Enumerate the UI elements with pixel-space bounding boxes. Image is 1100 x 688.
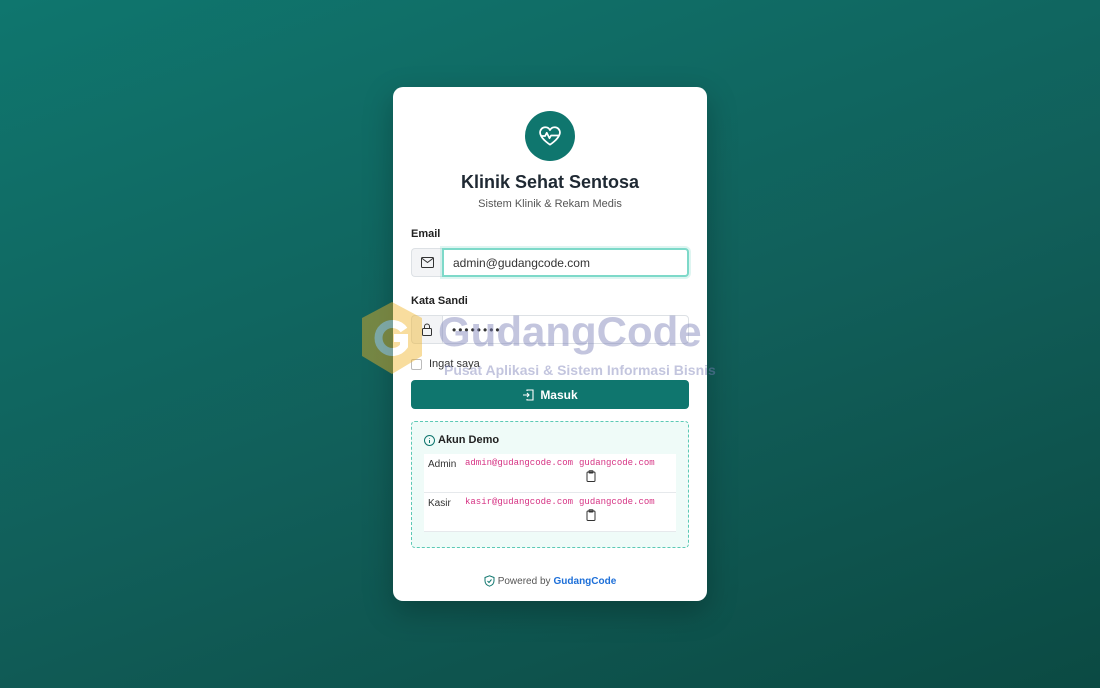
demo-password: gudangcode.com [579, 458, 655, 468]
email-field[interactable] [442, 248, 689, 277]
demo-password: gudangcode.com [579, 497, 655, 507]
page-title: Klinik Sehat Sentosa [460, 172, 640, 192]
demo-table: Admin admin@gudangcode.com gudangcode.com… [424, 454, 676, 532]
email-addon [411, 248, 442, 277]
clipboard-icon[interactable] [585, 509, 597, 521]
credentials-cell: kasir@gudangcode.com gudangcode.com [465, 497, 665, 531]
login-button-label: Masuk [540, 387, 578, 402]
heart-pulse-icon [539, 126, 561, 146]
credentials-cell: admin@gudangcode.com gudangcode.com [465, 458, 665, 492]
demo-heading: Akun Demo [438, 434, 500, 446]
table-row: Kasir kasir@gudangcode.com gudangcode.com [424, 493, 676, 532]
demo-heading-row: Akun Demo [424, 434, 676, 446]
lock-icon [422, 323, 432, 336]
login-button[interactable]: Masuk [411, 380, 689, 409]
password-label: Kata Sandi [411, 295, 468, 307]
password-field[interactable] [442, 315, 689, 344]
shield-check-icon [484, 575, 495, 587]
login-icon [523, 388, 534, 401]
role-cell: Admin [428, 459, 457, 470]
email-label: Email [411, 228, 441, 240]
remember-checkbox[interactable] [411, 358, 422, 370]
password-group [411, 315, 689, 344]
clipboard-icon[interactable] [585, 470, 597, 482]
table-row: Admin admin@gudangcode.com gudangcode.com [424, 454, 676, 493]
footer-prefix: Powered by [497, 575, 551, 587]
footer: Powered by GudangCode [411, 575, 689, 587]
remember-label[interactable]: Ingat saya [429, 358, 480, 370]
role-cell: Kasir [428, 498, 451, 509]
demo-email: kasir@gudangcode.com [465, 497, 574, 507]
clinic-logo [525, 111, 575, 161]
envelope-icon [420, 257, 434, 268]
info-icon [424, 434, 435, 446]
email-group [411, 248, 689, 277]
password-addon [411, 315, 442, 344]
footer-brand-link[interactable]: GudangCode [554, 576, 617, 587]
page-subtitle: Sistem Klinik & Rekam Medis [478, 198, 622, 210]
remember-row: Ingat saya [411, 358, 689, 370]
demo-email: admin@gudangcode.com [465, 458, 574, 468]
login-card: Klinik Sehat Sentosa Sistem Klinik & Rek… [393, 87, 707, 601]
demo-accounts-panel: Akun Demo Admin admin@gudangcode.com guda… [411, 421, 689, 548]
